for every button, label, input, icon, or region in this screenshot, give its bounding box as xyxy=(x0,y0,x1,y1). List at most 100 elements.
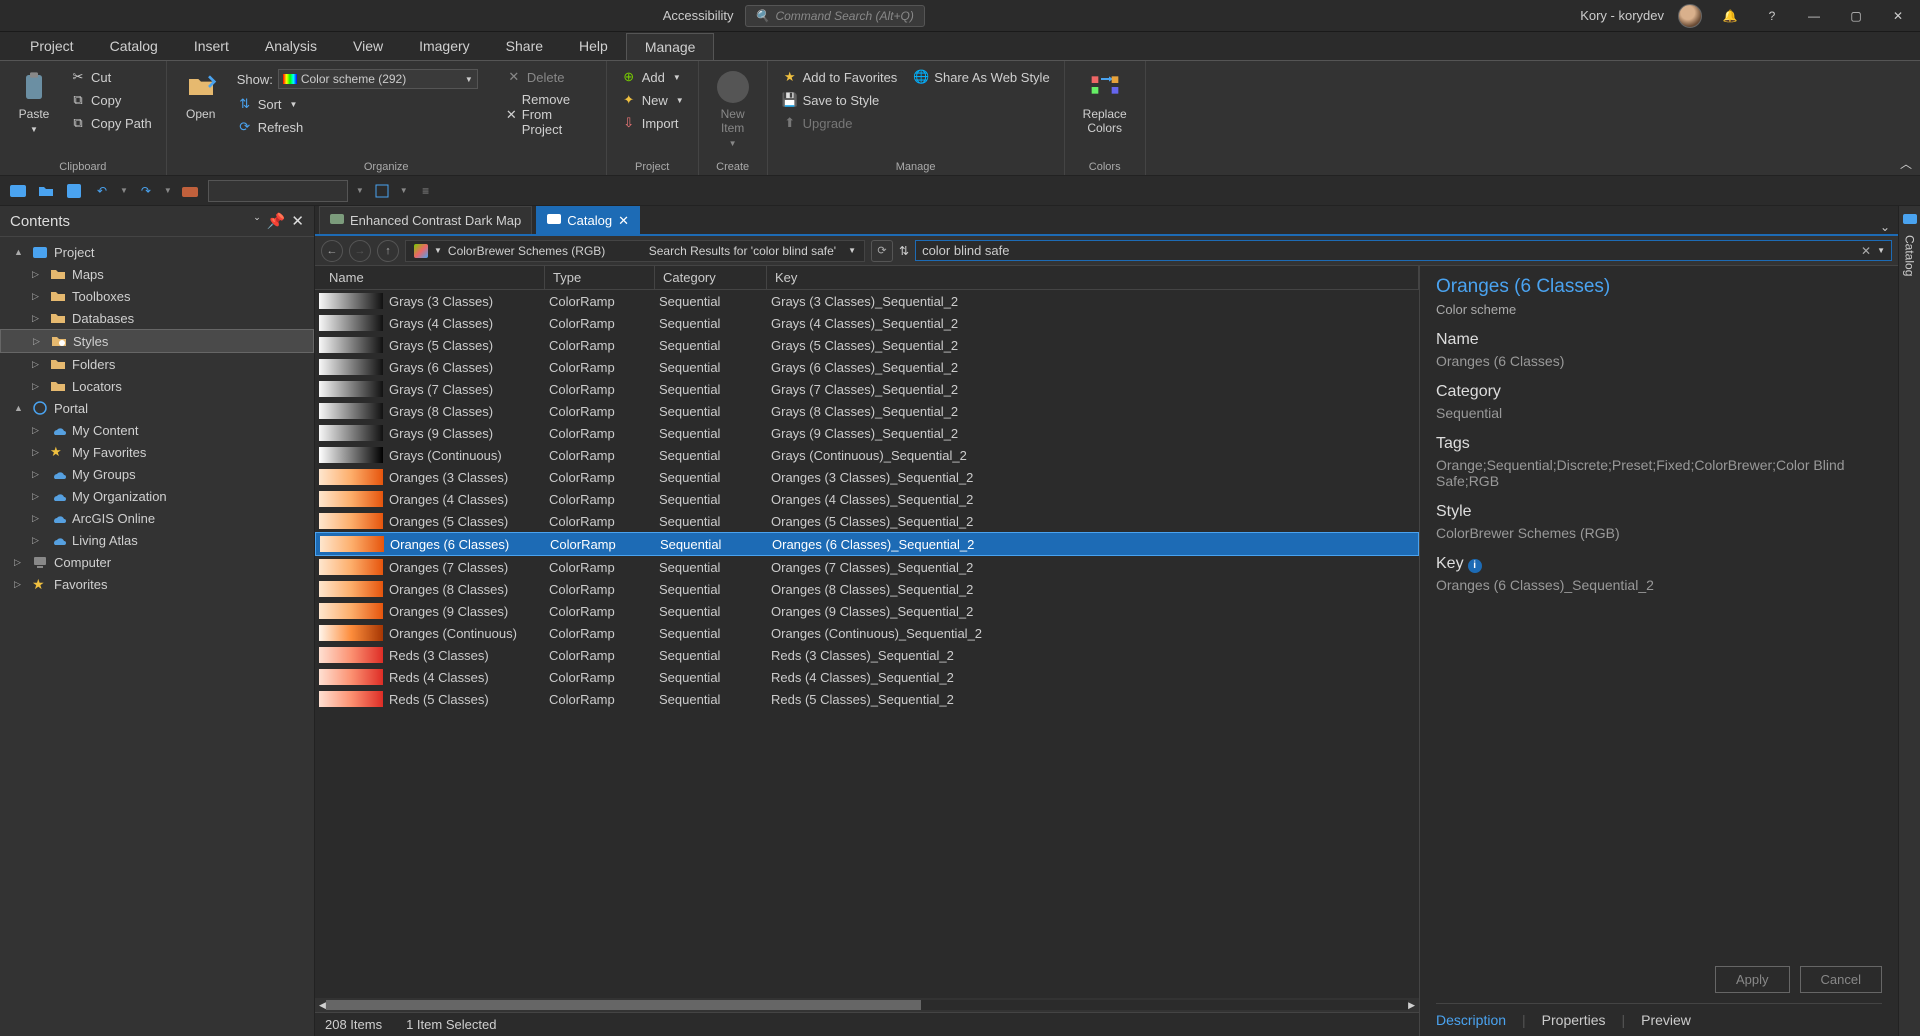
expand-icon[interactable]: ▷ xyxy=(32,513,44,524)
tree-item-styles[interactable]: ▷Styles xyxy=(0,329,314,353)
refresh-button[interactable]: ⟳Refresh xyxy=(233,117,482,137)
tree-item-folders[interactable]: ▷Folders xyxy=(0,353,314,375)
chevron-down-icon[interactable]: ▼ xyxy=(120,186,128,195)
chevron-down-icon[interactable]: ⌄ xyxy=(253,212,261,230)
delete-button[interactable]: ✕Delete xyxy=(502,67,596,87)
expand-icon[interactable]: ▷ xyxy=(33,336,45,347)
help-icon[interactable]: ? xyxy=(1758,4,1786,28)
replace-colors-button[interactable]: Replace Colors xyxy=(1075,67,1135,139)
tree-item-portal[interactable]: ▲Portal xyxy=(0,397,314,419)
table-row[interactable]: Grays (4 Classes)ColorRampSequentialGray… xyxy=(315,312,1419,334)
expand-icon[interactable]: ▷ xyxy=(32,291,44,302)
qat-save-icon[interactable] xyxy=(64,181,84,201)
show-select[interactable]: Color scheme (292) ▼ xyxy=(278,69,478,89)
h-scrollbar[interactable]: ◀ ▶ xyxy=(315,998,1419,1012)
expand-icon[interactable]: ▷ xyxy=(32,313,44,324)
table-row[interactable]: Oranges (3 Classes)ColorRampSequentialOr… xyxy=(315,466,1419,488)
tree-item-favorites[interactable]: ▷★Favorites xyxy=(0,573,314,595)
expand-icon[interactable]: ▷ xyxy=(32,469,44,480)
menu-view[interactable]: View xyxy=(335,33,401,59)
table-row[interactable]: Grays (5 Classes)ColorRampSequentialGray… xyxy=(315,334,1419,356)
tab-catalog[interactable]: Catalog✕ xyxy=(536,206,640,234)
copy-button[interactable]: ⧉Copy xyxy=(66,90,156,110)
scroll-left-icon[interactable]: ◀ xyxy=(319,1000,326,1011)
expand-icon[interactable]: ▷ xyxy=(32,269,44,280)
details-tab-properties[interactable]: Properties xyxy=(1542,1012,1606,1028)
notifications-icon[interactable]: 🔔 xyxy=(1716,4,1744,28)
import-button[interactable]: ⇩Import xyxy=(617,113,688,133)
tree-item-my-organization[interactable]: ▷My Organization xyxy=(0,485,314,507)
tree-item-maps[interactable]: ▷Maps xyxy=(0,263,314,285)
table-row[interactable]: Grays (7 Classes)ColorRampSequentialGray… xyxy=(315,378,1419,400)
expand-icon[interactable]: ▷ xyxy=(32,359,44,370)
menu-manage[interactable]: Manage xyxy=(626,33,715,60)
expand-icon[interactable]: ▷ xyxy=(32,447,44,458)
table-row[interactable]: Oranges (8 Classes)ColorRampSequentialOr… xyxy=(315,578,1419,600)
user-label[interactable]: Kory - korydev xyxy=(1580,8,1664,23)
chevron-down-icon[interactable]: ▼ xyxy=(1877,246,1885,255)
apply-button[interactable]: Apply xyxy=(1715,966,1790,993)
qat-open-icon[interactable] xyxy=(36,181,56,201)
sort-toggle-icon[interactable]: ⇅ xyxy=(899,244,909,258)
clear-icon[interactable]: ✕ xyxy=(1861,244,1871,258)
close-window-button[interactable]: ✕ xyxy=(1884,4,1912,28)
qat-customize-icon[interactable]: ≡ xyxy=(416,181,436,201)
add-button[interactable]: ⊕Add▼ xyxy=(617,67,688,87)
menu-analysis[interactable]: Analysis xyxy=(247,33,335,59)
col-type[interactable]: Type xyxy=(545,266,655,289)
tree-item-my-groups[interactable]: ▷My Groups xyxy=(0,463,314,485)
expand-icon[interactable]: ▷ xyxy=(32,425,44,436)
cancel-button[interactable]: Cancel xyxy=(1800,966,1882,993)
close-icon[interactable]: ✕ xyxy=(618,213,629,229)
chevron-down-icon[interactable]: ▼ xyxy=(434,246,442,255)
chevron-down-icon[interactable]: ▼ xyxy=(400,186,408,195)
expand-icon[interactable]: ▷ xyxy=(32,491,44,502)
table-row[interactable]: Oranges (6 Classes)ColorRampSequentialOr… xyxy=(315,532,1419,556)
collapse-ribbon-icon[interactable]: ︿ xyxy=(1900,155,1912,172)
chevron-down-icon[interactable]: ▼ xyxy=(848,246,856,255)
tree-item-toolboxes[interactable]: ▷Toolboxes xyxy=(0,285,314,307)
menu-imagery[interactable]: Imagery xyxy=(401,33,488,59)
save-style-button[interactable]: 💾Save to Style xyxy=(778,90,902,110)
expand-icon[interactable]: ▷ xyxy=(14,557,26,568)
scroll-right-icon[interactable]: ▶ xyxy=(1408,1000,1415,1011)
sort-button[interactable]: ⇅Sort▼ xyxy=(233,94,482,114)
table-row[interactable]: Reds (3 Classes)ColorRampSequentialReds … xyxy=(315,644,1419,666)
tree-item-computer[interactable]: ▷Computer xyxy=(0,551,314,573)
menu-insert[interactable]: Insert xyxy=(176,33,247,59)
chevron-down-icon[interactable]: ▼ xyxy=(356,186,364,195)
tree-item-locators[interactable]: ▷Locators xyxy=(0,375,314,397)
avatar[interactable] xyxy=(1678,4,1702,28)
details-tab-preview[interactable]: Preview xyxy=(1641,1012,1691,1028)
table-row[interactable]: Oranges (7 Classes)ColorRampSequentialOr… xyxy=(315,556,1419,578)
redo-button[interactable]: ↷ xyxy=(136,181,156,201)
col-name[interactable]: Name xyxy=(315,266,545,289)
add-favorites-button[interactable]: ★Add to Favorites xyxy=(778,67,902,87)
col-category[interactable]: Category xyxy=(655,266,767,289)
info-icon[interactable]: i xyxy=(1468,559,1482,573)
menu-share[interactable]: Share xyxy=(488,33,561,59)
forward-button[interactable]: → xyxy=(349,240,371,262)
table-row[interactable]: Oranges (9 Classes)ColorRampSequentialOr… xyxy=(315,600,1419,622)
maximize-button[interactable]: ▢ xyxy=(1842,4,1870,28)
chevron-down-icon[interactable]: ▼ xyxy=(164,186,172,195)
open-button[interactable]: Open xyxy=(177,67,225,125)
catalog-search[interactable]: ✕ ▼ xyxy=(915,240,1892,261)
expand-icon[interactable]: ▲ xyxy=(14,403,26,413)
expand-icon[interactable]: ▷ xyxy=(32,535,44,546)
tab-options-icon[interactable]: ⌄ xyxy=(1880,220,1890,234)
table-row[interactable]: Oranges (Continuous)ColorRampSequentialO… xyxy=(315,622,1419,644)
details-tab-description[interactable]: Description xyxy=(1436,1012,1506,1028)
remove-button[interactable]: ✕Remove From Project xyxy=(502,90,596,139)
qat-filter-icon[interactable] xyxy=(372,181,392,201)
cut-button[interactable]: ✂Cut xyxy=(66,67,156,87)
qat-new-icon[interactable] xyxy=(8,181,28,201)
table-row[interactable]: Oranges (5 Classes)ColorRampSequentialOr… xyxy=(315,510,1419,532)
col-key[interactable]: Key xyxy=(767,266,1419,289)
catalog-side-icon[interactable] xyxy=(1903,212,1917,229)
breadcrumb[interactable]: ▼ ColorBrewer Schemes (RGB) Search Resul… xyxy=(405,240,865,262)
up-button[interactable]: ↑ xyxy=(377,240,399,262)
back-button[interactable]: ← xyxy=(321,240,343,262)
new-button[interactable]: ✦New▼ xyxy=(617,90,688,110)
undo-button[interactable]: ↶ xyxy=(92,181,112,201)
